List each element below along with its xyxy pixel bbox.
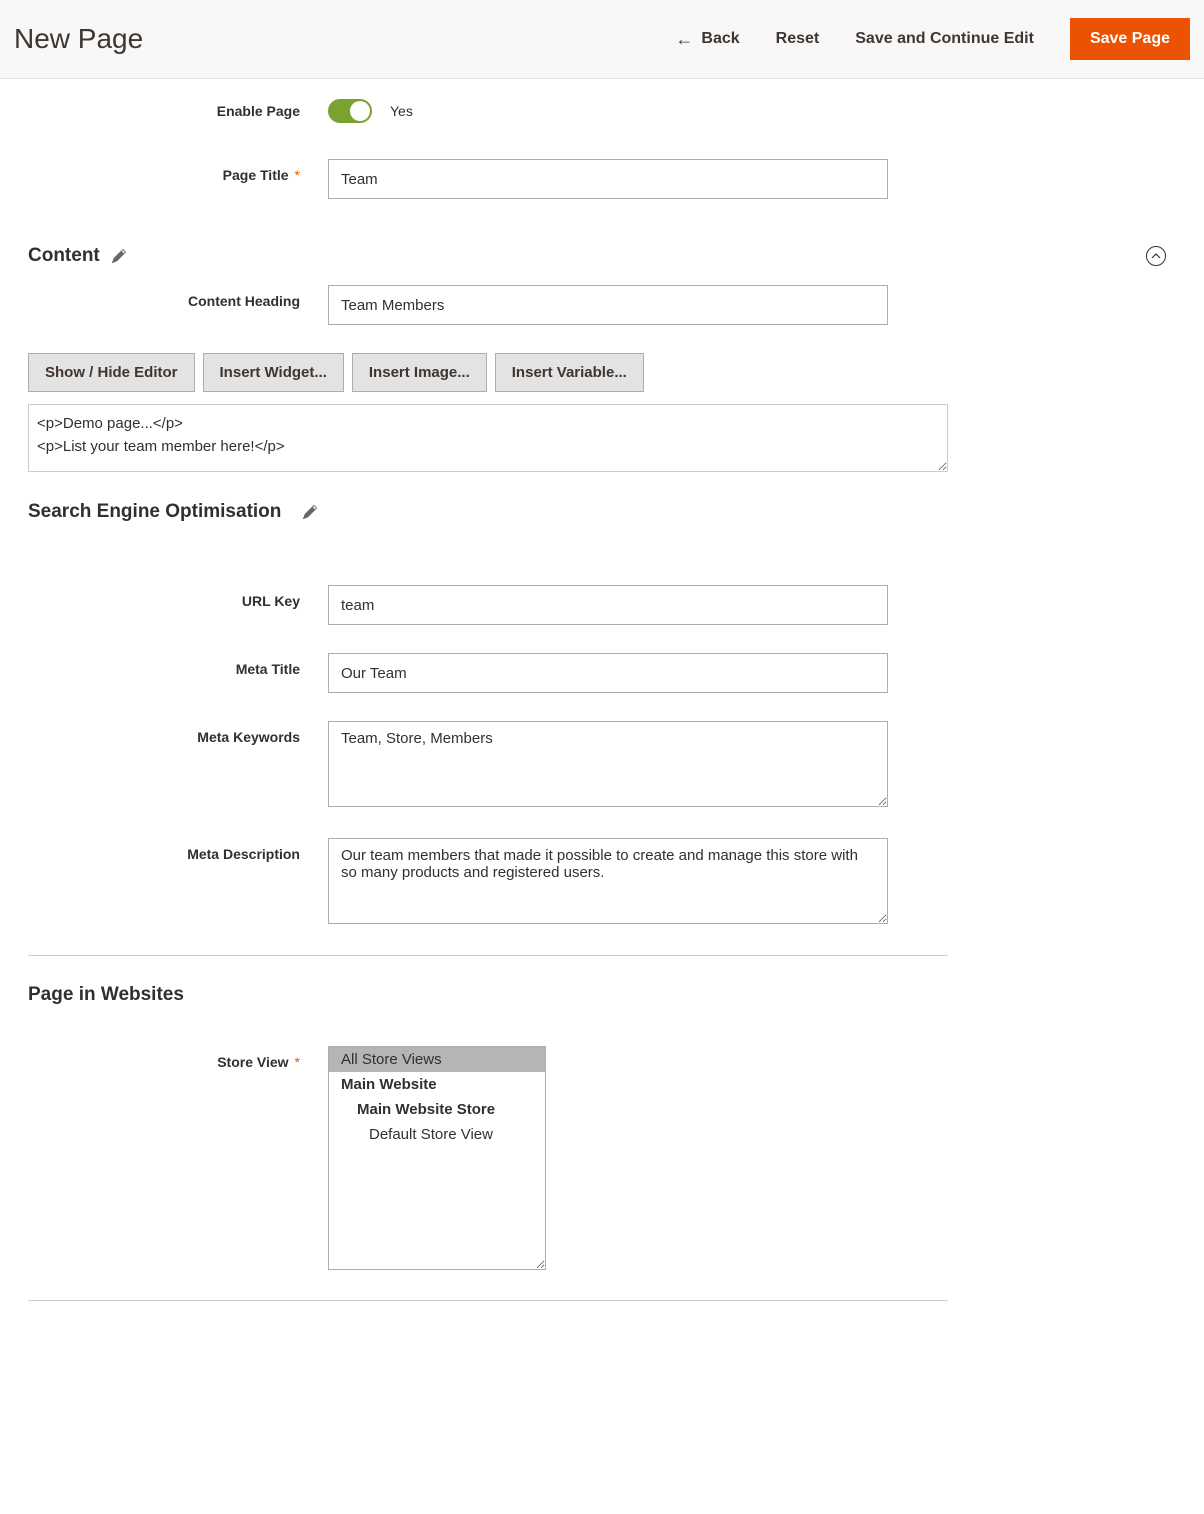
save-page-button[interactable]: Save Page [1070, 18, 1190, 60]
content-editor[interactable] [28, 404, 948, 472]
seo-section-title: Search Engine Optimisation [28, 501, 281, 523]
divider [28, 955, 948, 956]
save-continue-button[interactable]: Save and Continue Edit [855, 30, 1034, 48]
content-section: Content Content Heading Show / Hide Edit… [28, 227, 1176, 481]
enable-page-value: Yes [390, 103, 413, 119]
enable-page-row: Enable Page Yes [28, 99, 1176, 123]
save-continue-label: Save and Continue Edit [855, 30, 1034, 48]
seo-section-header[interactable]: Search Engine Optimisation [28, 491, 1176, 545]
meta-keywords-row: Meta Keywords [28, 721, 1176, 810]
content-area: Enable Page Yes Page Title Content Conte… [0, 99, 1204, 1301]
store-view-select[interactable]: All Store Views Main Website Main Websit… [328, 1046, 546, 1270]
store-option-default-store-view[interactable]: Default Store View [329, 1122, 545, 1147]
back-button[interactable]: ← Back [675, 30, 739, 48]
store-view-label: Store View [28, 1046, 328, 1070]
meta-title-row: Meta Title [28, 653, 1176, 693]
divider [28, 1300, 948, 1301]
insert-variable-button[interactable]: Insert Variable... [495, 353, 644, 392]
page-title-input[interactable] [328, 159, 888, 199]
enable-page-label: Enable Page [28, 103, 328, 119]
store-option-main-website-store[interactable]: Main Website Store [329, 1097, 545, 1122]
page-title-label: Page Title [28, 159, 328, 183]
content-heading-label: Content Heading [28, 285, 328, 309]
page-title-row: Page Title [28, 159, 1176, 199]
page-header: New Page ← Back Reset Save and Continue … [0, 0, 1204, 79]
websites-section: Page in Websites Store View All Store Vi… [28, 966, 1176, 1301]
store-view-row: Store View All Store Views Main Website … [28, 1046, 1176, 1270]
pencil-icon [303, 505, 317, 519]
insert-image-button[interactable]: Insert Image... [352, 353, 487, 392]
meta-title-label: Meta Title [28, 653, 328, 677]
header-actions: ← Back Reset Save and Continue Edit Save… [675, 18, 1190, 60]
content-section-title: Content [28, 245, 100, 267]
websites-section-header[interactable]: Page in Websites [28, 966, 1176, 1024]
content-heading-row: Content Heading [28, 285, 1176, 325]
reset-label: Reset [776, 30, 820, 48]
store-option-main-website[interactable]: Main Website [329, 1072, 545, 1097]
meta-keywords-input[interactable] [328, 721, 888, 807]
seo-section: Search Engine Optimisation URL Key Meta … [28, 491, 1176, 956]
page-title: New Page [14, 23, 143, 55]
insert-widget-button[interactable]: Insert Widget... [203, 353, 344, 392]
url-key-row: URL Key [28, 585, 1176, 625]
arrow-left-icon: ← [675, 30, 693, 48]
pencil-icon [112, 249, 126, 263]
meta-description-input[interactable] [328, 838, 888, 924]
reset-button[interactable]: Reset [776, 30, 820, 48]
url-key-input[interactable] [328, 585, 888, 625]
meta-title-input[interactable] [328, 653, 888, 693]
meta-description-label: Meta Description [28, 838, 328, 862]
content-heading-input[interactable] [328, 285, 888, 325]
content-section-header[interactable]: Content [28, 227, 1176, 285]
back-label: Back [701, 30, 739, 48]
meta-description-row: Meta Description [28, 838, 1176, 927]
show-hide-editor-button[interactable]: Show / Hide Editor [28, 353, 195, 392]
editor-toolbar: Show / Hide Editor Insert Widget... Inse… [28, 353, 1176, 392]
meta-keywords-label: Meta Keywords [28, 721, 328, 745]
collapse-icon[interactable] [1146, 246, 1166, 266]
toggle-knob [350, 101, 370, 121]
enable-page-toggle[interactable] [328, 99, 372, 123]
websites-section-title: Page in Websites [28, 984, 184, 1006]
store-option-all[interactable]: All Store Views [329, 1047, 545, 1072]
url-key-label: URL Key [28, 585, 328, 609]
